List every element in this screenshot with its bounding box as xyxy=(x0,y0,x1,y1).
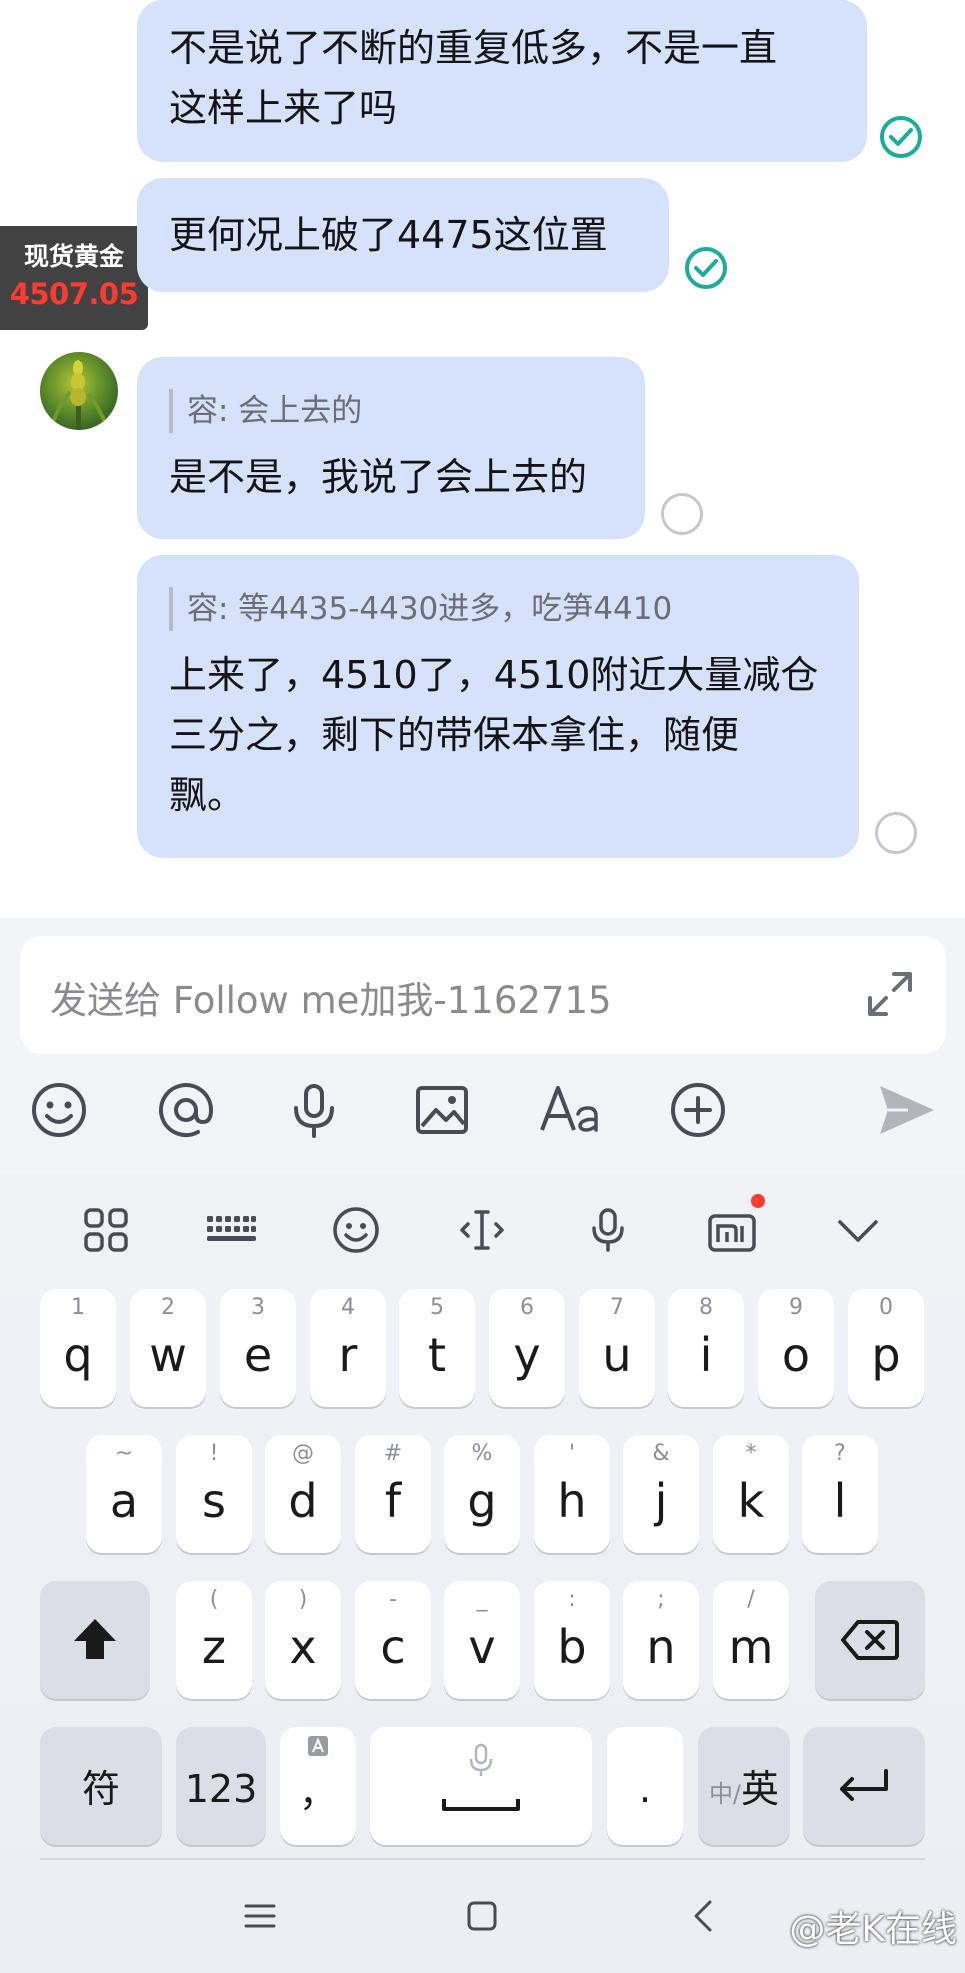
mention-icon[interactable] xyxy=(154,1078,218,1142)
shift-key[interactable] xyxy=(40,1581,150,1699)
lang-secondary: 中/ xyxy=(708,1780,742,1808)
comma-key[interactable]: ， xyxy=(280,1727,356,1845)
key-z[interactable]: (z xyxy=(176,1581,252,1699)
key-d[interactable]: @ d xyxy=(265,1435,341,1553)
ticker-value: 4507.05 xyxy=(9,277,139,311)
expand-icon[interactable] xyxy=(862,966,918,1022)
unread-status-icon xyxy=(875,812,917,854)
key-g[interactable]: % g xyxy=(444,1435,520,1553)
back-icon[interactable] xyxy=(682,1894,726,1938)
apps-grid-icon[interactable] xyxy=(80,1204,132,1256)
watermark: @老K在线 xyxy=(789,1909,957,1950)
input-placeholder: 发送给 Follow me加我-1162715 xyxy=(50,979,612,1022)
key-m[interactable]: / m xyxy=(713,1581,789,1699)
key-t[interactable]: 5t xyxy=(399,1289,475,1407)
unread-status-icon xyxy=(661,493,703,535)
message-text: 更何况上破了4475这位置 xyxy=(169,213,608,257)
enter-icon xyxy=(840,1769,888,1801)
message-composer: 发送给 Follow me加我-1162715 xyxy=(0,918,965,1174)
ticker-label: 现货黄金 xyxy=(23,242,124,271)
font-icon[interactable] xyxy=(538,1078,602,1142)
image-icon[interactable] xyxy=(410,1078,474,1142)
read-check-icon xyxy=(880,116,922,158)
key-f[interactable]: # f xyxy=(355,1435,431,1553)
plus-icon[interactable] xyxy=(666,1078,730,1142)
cursor-move-icon[interactable] xyxy=(456,1204,508,1256)
quoted-reply: 容: 等4435-4430进多，吃笋4410 xyxy=(169,587,827,631)
keyboard-layout-icon[interactable] xyxy=(205,1204,257,1256)
avatar-plant-icon xyxy=(48,360,110,430)
xiaomi-ai-icon[interactable] xyxy=(706,1204,758,1256)
quoted-reply: 容: 会上去的 xyxy=(169,389,613,433)
key-q[interactable]: 1q xyxy=(40,1289,116,1407)
message-text: 上来了，4510了，4510附近大量减仓 三分之，剩下的带保本拿住，随便 飘。 xyxy=(169,653,819,817)
key-a[interactable]: ~ a xyxy=(86,1435,162,1553)
lang-primary: 英 xyxy=(741,1767,780,1811)
message-input[interactable]: 发送给 Follow me加我-1162715 xyxy=(20,936,946,1054)
key-y[interactable]: 6y xyxy=(489,1289,565,1407)
read-check-icon xyxy=(685,247,727,289)
key-b[interactable]: :b xyxy=(534,1581,610,1699)
keyboard-voice-icon[interactable] xyxy=(582,1204,634,1256)
collapse-keyboard-icon[interactable] xyxy=(832,1204,884,1256)
voice-icon[interactable] xyxy=(282,1078,346,1142)
avatar[interactable] xyxy=(40,352,118,430)
soft-keyboard: 1q 2w 3e 4r 5t 6y 7u 8i 9o 0p ~ a ! s @ d #… xyxy=(0,1174,965,1973)
message-text: 是不是，我说了会上去的 xyxy=(169,455,588,499)
emoji-icon[interactable] xyxy=(27,1078,91,1142)
space-mic-icon xyxy=(469,1743,493,1776)
key-r[interactable]: 4r xyxy=(310,1289,386,1407)
backspace-key[interactable] xyxy=(815,1581,925,1699)
home-icon[interactable] xyxy=(460,1894,504,1938)
key-i[interactable]: 8i xyxy=(668,1289,744,1407)
symbol-key[interactable]: 符 xyxy=(40,1727,162,1845)
system-nav-bar: @老K在线 xyxy=(0,1858,965,1973)
key-v[interactable]: _ v xyxy=(444,1581,520,1699)
space-key[interactable] xyxy=(370,1727,592,1845)
caps-a-icon xyxy=(308,1736,328,1756)
key-p[interactable]: 0p xyxy=(848,1289,924,1407)
space-bar-icon xyxy=(442,1799,520,1811)
chat-area: 不是说了不断的重复低多，不是一直 这样上来了吗 现货黄金 4507.05 更何况… xyxy=(0,0,965,918)
message-bubble-4[interactable]: 容: 等4435-4430进多，吃笋4410 上来了，4510了，4510附近大… xyxy=(137,555,859,858)
keyboard-emoji-icon[interactable] xyxy=(330,1204,382,1256)
message-text: 不是说了不断的重复低多，不是一直 这样上来了吗 xyxy=(169,26,778,130)
backspace-icon xyxy=(841,1620,899,1660)
key-o[interactable]: 9o xyxy=(758,1289,834,1407)
key-h[interactable]: ' h xyxy=(534,1435,610,1553)
shift-icon xyxy=(74,1619,116,1659)
key-e[interactable]: 3e xyxy=(220,1289,296,1407)
menu-icon[interactable] xyxy=(238,1894,282,1938)
key-x[interactable]: ) x xyxy=(265,1581,341,1699)
message-bubble-3[interactable]: 容: 会上去的 是不是，我说了会上去的 xyxy=(137,357,645,539)
number-key[interactable]: 123 xyxy=(176,1727,266,1845)
key-c[interactable]: -c xyxy=(355,1581,431,1699)
key-k[interactable]: * k xyxy=(713,1435,789,1553)
key-w[interactable]: 2w xyxy=(130,1289,206,1407)
key-j[interactable]: & j xyxy=(623,1435,699,1553)
message-bubble-1[interactable]: 不是说了不断的重复低多，不是一直 这样上来了吗 xyxy=(137,0,867,162)
send-icon[interactable] xyxy=(874,1078,938,1142)
message-bubble-2[interactable]: 更何况上破了4475这位置 xyxy=(137,178,669,292)
key-s[interactable]: ! s xyxy=(176,1435,252,1553)
period-key[interactable]: . xyxy=(607,1727,683,1845)
language-switch-key[interactable]: 中/英 xyxy=(698,1727,790,1845)
key-n[interactable]: ; n xyxy=(623,1581,699,1699)
nav-divider xyxy=(40,1858,925,1860)
key-u[interactable]: 7u xyxy=(579,1289,655,1407)
notification-dot xyxy=(751,1194,765,1208)
enter-key[interactable] xyxy=(803,1727,925,1845)
key-l[interactable]: ? l xyxy=(802,1435,878,1553)
gold-price-ticker[interactable]: 现货黄金 4507.05 xyxy=(0,226,148,330)
